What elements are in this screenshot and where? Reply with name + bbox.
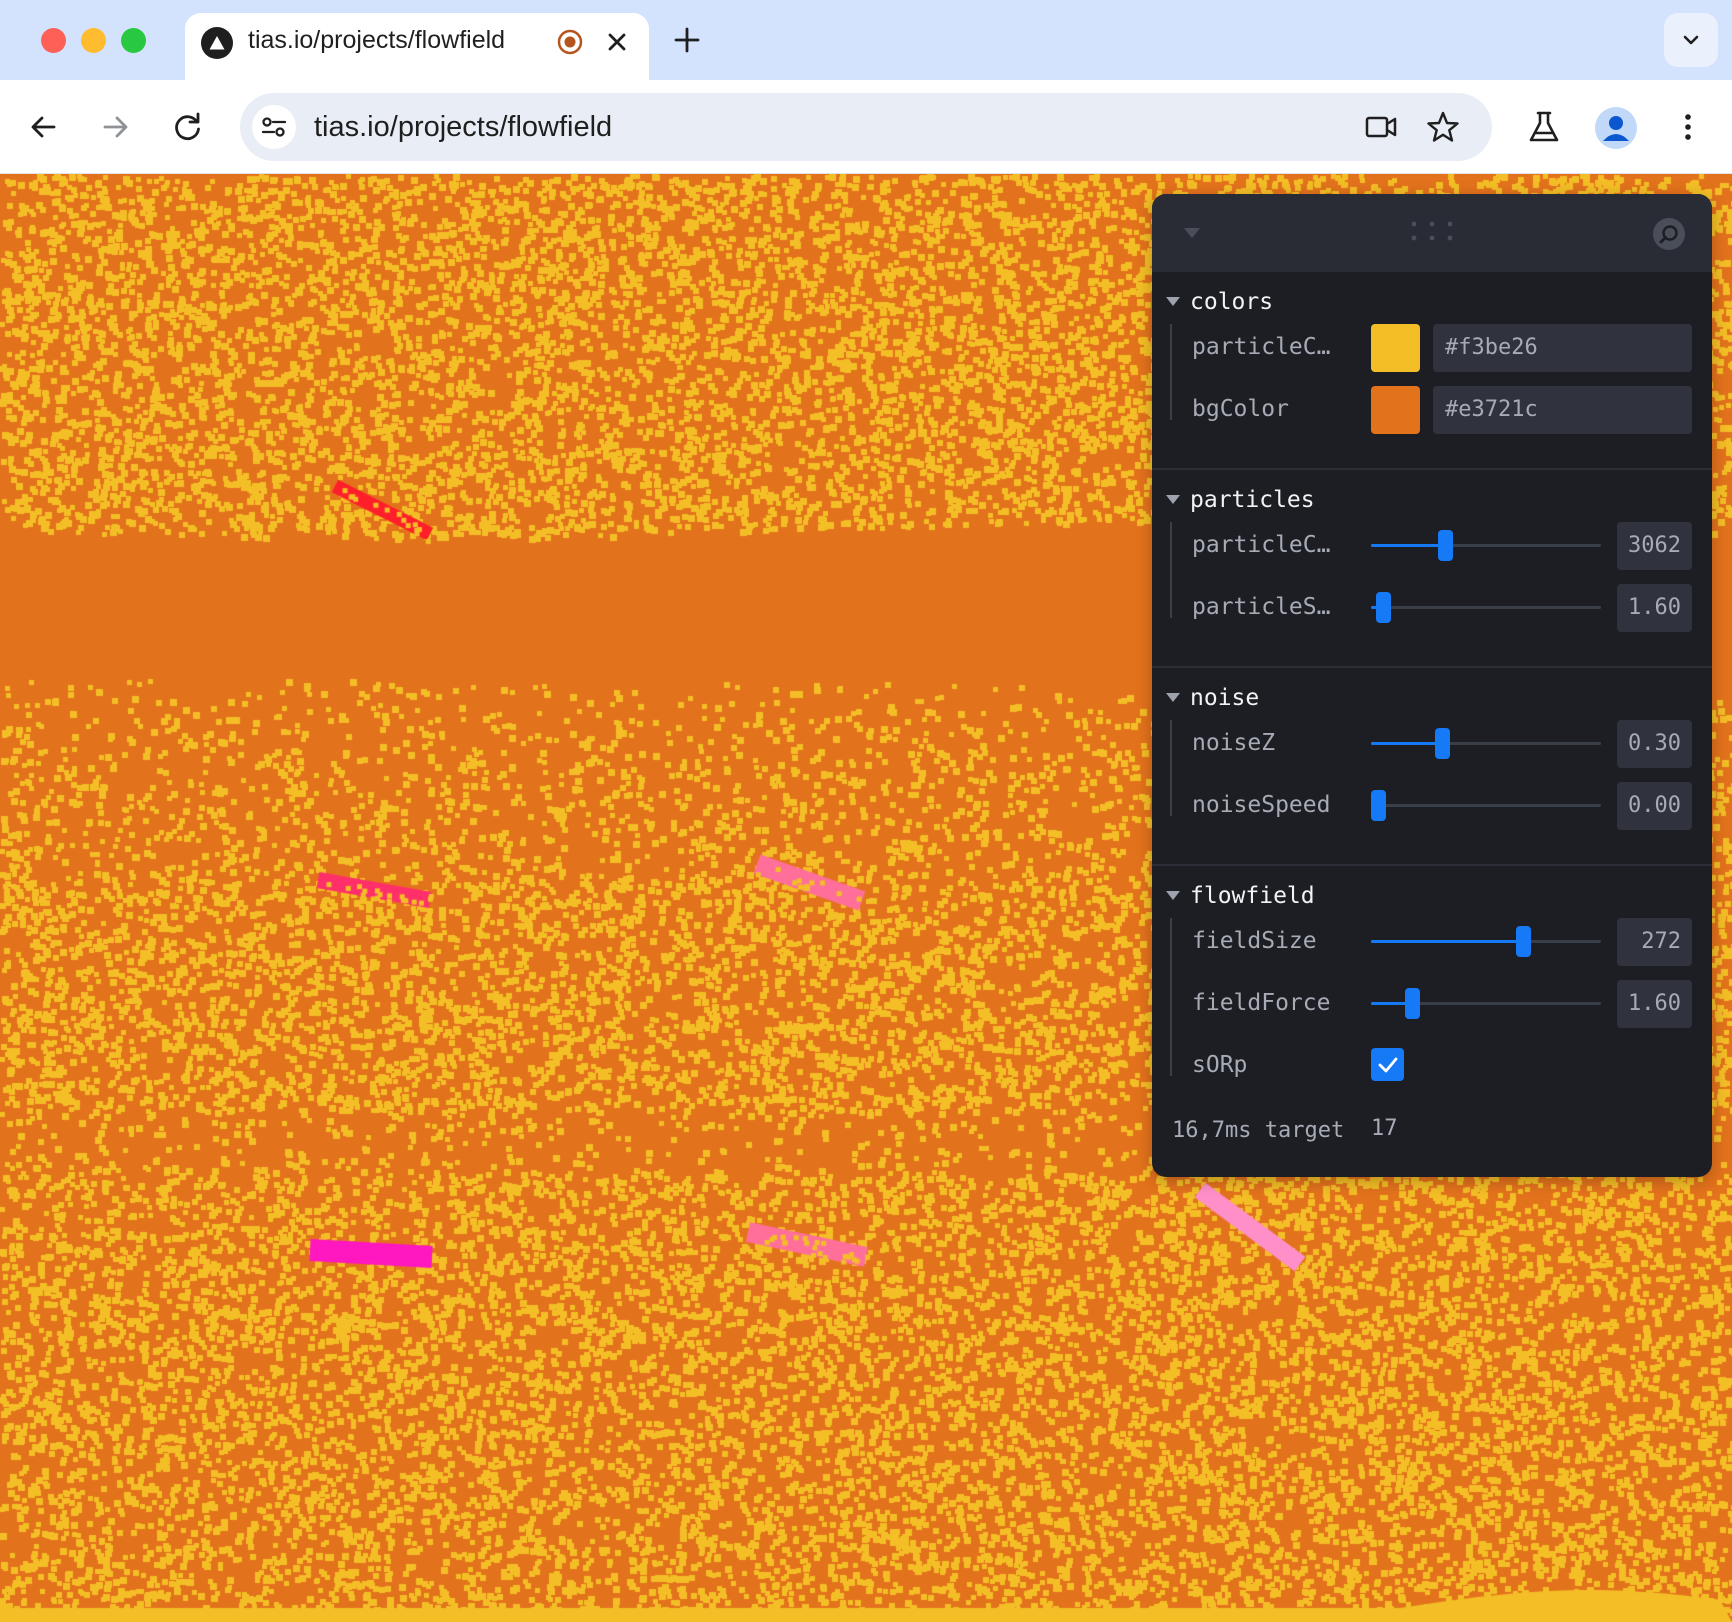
- sorp-checkbox[interactable]: [1371, 1048, 1404, 1081]
- minimize-window-button[interactable]: [81, 28, 106, 53]
- folder-title[interactable]: colors: [1190, 289, 1273, 315]
- zoom-window-button[interactable]: [121, 28, 146, 53]
- particle-size-slider[interactable]: [1371, 584, 1601, 632]
- field-size-input[interactable]: 272: [1617, 918, 1692, 966]
- drag-grip-icon[interactable]: [1410, 220, 1454, 242]
- chevron-down-icon: [1683, 35, 1699, 45]
- url-text[interactable]: tias.io/projects/flowfield: [314, 111, 612, 144]
- field-force-input[interactable]: 1.60: [1617, 980, 1692, 1028]
- active-tab[interactable]: tias.io/projects/flowfield: [185, 13, 649, 80]
- noise-z-input[interactable]: 0.30: [1617, 720, 1692, 768]
- collapse-triangle-icon[interactable]: [1182, 226, 1202, 240]
- site-settings-icon[interactable]: [252, 105, 296, 149]
- folder-title[interactable]: particles: [1190, 487, 1315, 513]
- particle-size-label: particleS…: [1192, 594, 1331, 620]
- new-tab-icon[interactable]: [671, 24, 703, 56]
- reload-icon[interactable]: [170, 109, 206, 145]
- folder-indent-line: [1170, 522, 1172, 618]
- slider-knob[interactable]: [1371, 790, 1386, 821]
- particle-count-input[interactable]: 3062: [1617, 522, 1692, 570]
- particle-count-label: particleC…: [1192, 532, 1331, 558]
- controls-panel: colors particleC… #f3be26 bgColor #e3721…: [1152, 194, 1712, 1177]
- slider-knob[interactable]: [1438, 530, 1453, 561]
- triangle-logo-icon: [201, 27, 233, 59]
- sorp-label: sORp: [1192, 1052, 1248, 1078]
- folder-title[interactable]: noise: [1190, 685, 1259, 711]
- frame-time-label: 16,7ms target: [1172, 1118, 1345, 1143]
- checkmark-icon: [1378, 1057, 1397, 1072]
- search-icon[interactable]: [1653, 218, 1685, 250]
- forward-arrow-icon[interactable]: [97, 109, 133, 145]
- particle-count-slider[interactable]: [1371, 522, 1601, 570]
- particle-color-input[interactable]: #f3be26: [1433, 324, 1692, 372]
- noise-speed-label: noiseSpeed: [1192, 792, 1331, 818]
- field-size-label: fieldSize: [1192, 928, 1317, 954]
- slider-knob[interactable]: [1435, 728, 1450, 759]
- noise-z-slider[interactable]: [1371, 720, 1601, 768]
- noise-speed-input[interactable]: 0.00: [1617, 782, 1692, 830]
- caret-down-icon[interactable]: [1166, 891, 1180, 901]
- slider-knob[interactable]: [1376, 592, 1391, 623]
- folder-divider: [1152, 864, 1712, 866]
- folder-indent-line: [1170, 324, 1172, 420]
- folder-indent-line: [1170, 720, 1172, 816]
- more-menu-icon[interactable]: [1670, 109, 1706, 145]
- noise-z-label: noiseZ: [1192, 730, 1276, 756]
- particle-color-swatch[interactable]: [1371, 324, 1420, 372]
- bg-color-label: bgColor: [1192, 396, 1289, 422]
- caret-down-icon[interactable]: [1166, 495, 1180, 505]
- particle-color-label: particleC…: [1192, 334, 1331, 360]
- address-bar[interactable]: tias.io/projects/flowfield: [240, 93, 1492, 161]
- back-arrow-icon[interactable]: [26, 109, 62, 145]
- folder-divider: [1152, 666, 1712, 668]
- caret-down-icon[interactable]: [1166, 693, 1180, 703]
- folder-title[interactable]: flowfield: [1190, 883, 1315, 909]
- close-window-button[interactable]: [41, 28, 66, 53]
- browser-toolbar: tias.io/projects/flowfield: [0, 80, 1732, 174]
- panel-header[interactable]: [1152, 194, 1712, 272]
- recording-icon[interactable]: [556, 28, 584, 56]
- video-camera-icon[interactable]: [1364, 110, 1398, 144]
- noise-speed-slider[interactable]: [1371, 782, 1601, 830]
- tab-strip: tias.io/projects/flowfield: [0, 0, 1732, 80]
- profile-avatar-icon[interactable]: [1595, 107, 1637, 149]
- slider-knob[interactable]: [1405, 988, 1420, 1019]
- field-size-slider[interactable]: [1371, 918, 1601, 966]
- slider-knob[interactable]: [1516, 926, 1531, 957]
- particle-size-input[interactable]: 1.60: [1617, 584, 1692, 632]
- folder-indent-line: [1170, 918, 1172, 1076]
- frame-time-value: 17: [1371, 1116, 1398, 1141]
- bookmark-star-icon[interactable]: [1426, 110, 1460, 144]
- tab-title: tias.io/projects/flowfield: [248, 26, 506, 54]
- tab-search-button[interactable]: [1664, 13, 1718, 67]
- bg-color-input[interactable]: #e3721c: [1433, 386, 1692, 434]
- caret-down-icon[interactable]: [1166, 297, 1180, 307]
- folder-divider: [1152, 468, 1712, 470]
- labs-flask-icon[interactable]: [1526, 109, 1562, 145]
- bg-color-swatch[interactable]: [1371, 386, 1420, 434]
- field-force-label: fieldForce: [1192, 990, 1331, 1016]
- close-tab-icon[interactable]: [603, 28, 631, 56]
- field-force-slider[interactable]: [1371, 980, 1601, 1028]
